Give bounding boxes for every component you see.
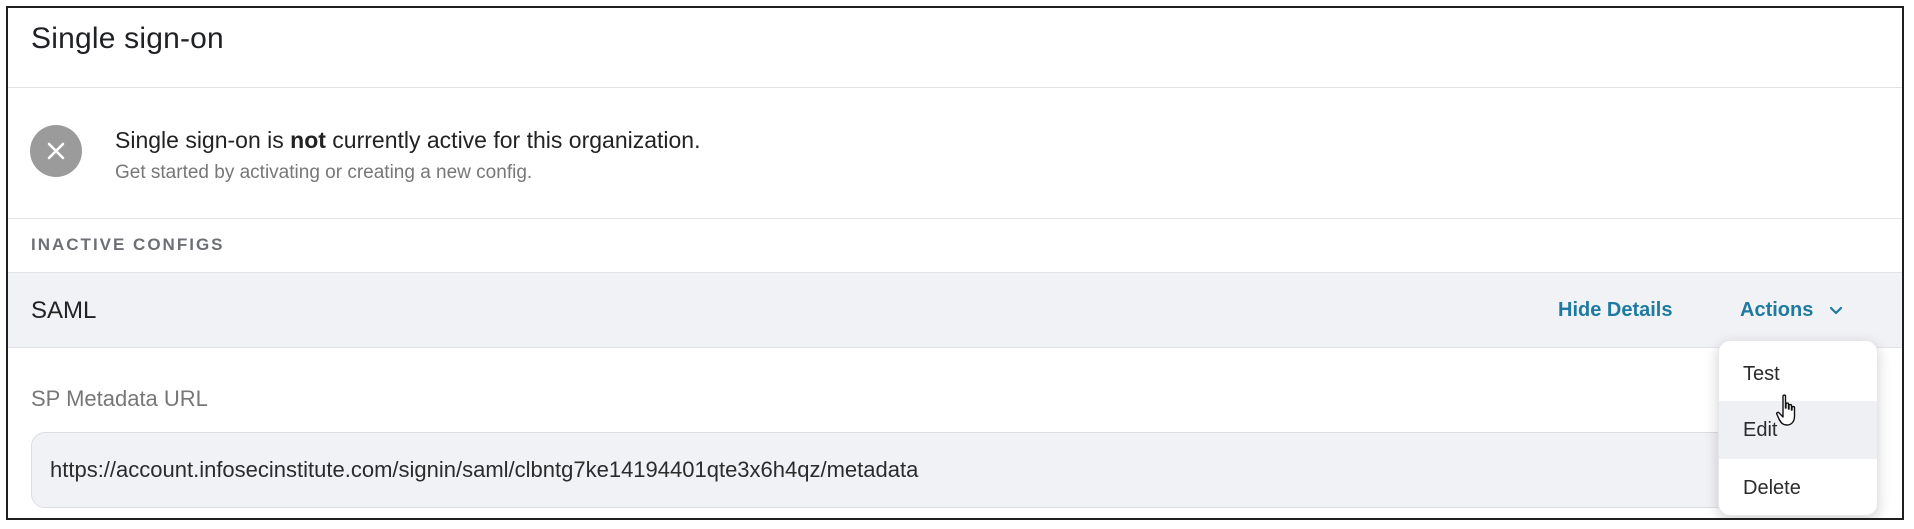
menu-item-delete[interactable]: Delete — [1719, 459, 1877, 515]
sp-metadata-url-value: https://account.infosecinstitute.com/sig… — [50, 457, 919, 482]
status-message-emphasis: not — [290, 127, 326, 153]
hand-cursor-icon — [1776, 394, 1800, 428]
close-icon — [30, 125, 82, 177]
config-name: SAML — [31, 297, 97, 324]
page-title: Single sign-on — [31, 22, 224, 55]
status-subtext: Get started by activating or creating a … — [115, 162, 533, 183]
sp-metadata-url-label: SP Metadata URL — [31, 386, 208, 411]
chevron-down-icon — [1829, 299, 1843, 322]
status-message-prefix: Single sign-on is — [115, 127, 291, 153]
sso-panel: Single sign-on Single sign-on is not cur… — [6, 6, 1904, 520]
status-message: Single sign-on is not currently active f… — [115, 127, 700, 154]
sso-status-banner: Single sign-on is not currently active f… — [8, 88, 1902, 219]
actions-dropdown-button[interactable]: Actions — [1740, 299, 1843, 322]
panel-header: Single sign-on — [8, 8, 1902, 88]
config-row-saml: SAML Hide Details Actions — [8, 272, 1902, 348]
status-message-suffix: currently active for this organization. — [325, 127, 701, 153]
hide-details-link[interactable]: Hide Details — [1558, 299, 1672, 322]
section-label-inactive-configs: INACTIVE CONFIGS — [31, 235, 225, 254]
sp-metadata-url-field[interactable]: https://account.infosecinstitute.com/sig… — [31, 432, 1791, 508]
actions-label: Actions — [1740, 299, 1814, 321]
